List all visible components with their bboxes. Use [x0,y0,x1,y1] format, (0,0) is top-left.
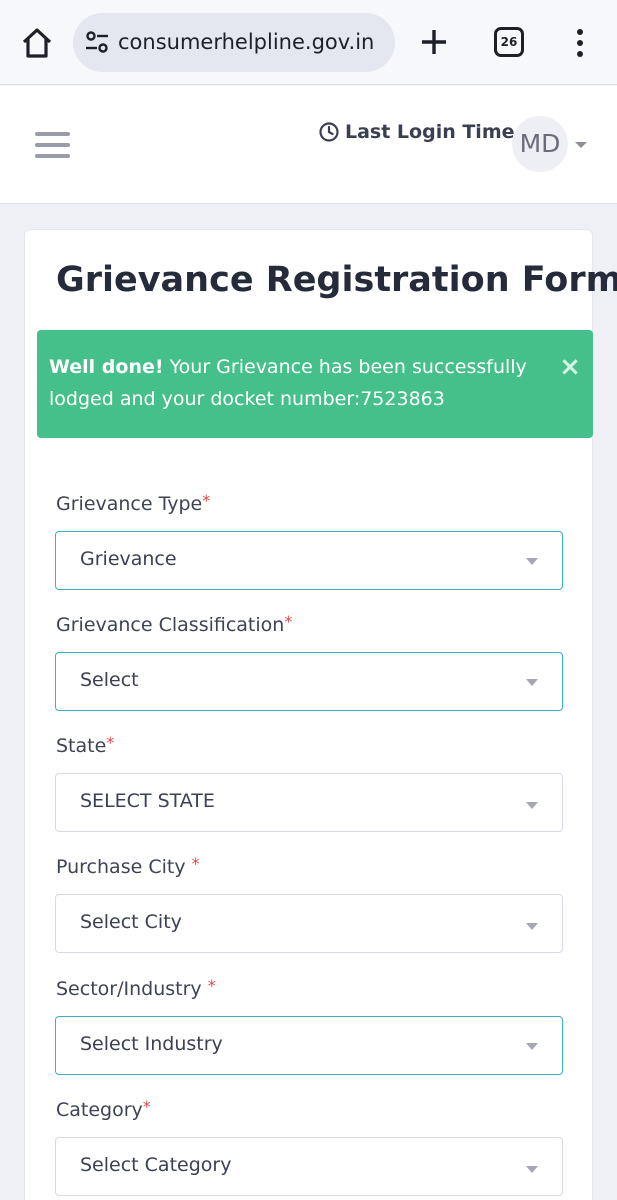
avatar[interactable]: MD [512,116,568,172]
sector-industry-value: Select Industry [80,1033,223,1055]
purchase-city-value: Select City [80,911,182,933]
chevron-down-icon [526,558,538,565]
hamburger-menu-icon[interactable] [35,132,70,158]
chevron-down-icon [526,923,538,930]
chevron-down-icon [526,1166,538,1173]
sector-industry-select[interactable]: Select Industry [55,1016,563,1075]
alert-message: Well done! Your Grievance has been succe… [49,351,549,415]
new-tab-icon[interactable] [418,26,450,58]
grievance-classification-value: Select [80,669,139,691]
chevron-down-icon [526,802,538,809]
purchase-city-select[interactable]: Select City [55,894,563,953]
page-title: Grievance Registration Form [56,260,617,300]
browser-toolbar: consumerhelpline.gov.in 26 [0,0,617,85]
app-header: Last Login Time : MD [0,86,617,204]
chevron-down-icon [526,679,538,686]
address-bar[interactable]: consumerhelpline.gov.in [73,13,395,72]
clock-icon [319,122,339,142]
grievance-classification-label: Grievance Classification* [56,612,293,636]
grievance-type-value: Grievance [80,548,177,570]
last-login-time: Last Login Time : [318,119,529,145]
state-label: State* [56,733,115,757]
sector-industry-label: Sector/Industry * [56,976,216,1000]
category-select[interactable]: Select Category [55,1137,563,1196]
chevron-down-icon[interactable] [575,142,587,148]
grievance-form-card: Grievance Registration Form Well done! Y… [24,229,617,1200]
tab-switcher-button[interactable]: 26 [494,27,524,57]
state-select[interactable]: SELECT STATE [55,773,563,832]
required-mark: * [106,733,115,752]
url-text[interactable]: consumerhelpline.gov.in [118,28,388,56]
more-menu-icon[interactable] [572,27,588,59]
grievance-type-select[interactable]: Grievance [55,531,563,590]
grievance-classification-select[interactable]: Select [55,652,563,711]
success-alert: Well done! Your Grievance has been succe… [37,330,593,438]
site-settings-icon[interactable] [83,28,111,56]
category-label: Category* [56,1097,151,1121]
close-icon[interactable]: × [559,354,581,380]
chevron-down-icon [526,1043,538,1050]
required-mark: * [202,491,211,510]
last-login-label: Last Login Time : [345,121,529,143]
required-mark: * [191,854,200,873]
purchase-city-label: Purchase City * [56,854,200,878]
category-value: Select Category [80,1154,232,1176]
home-icon[interactable] [18,24,56,62]
required-mark: * [284,612,293,631]
required-mark: * [207,976,216,995]
required-mark: * [142,1097,151,1116]
grievance-type-label: Grievance Type* [56,491,211,515]
alert-strong: Well done! [49,356,164,378]
state-value: SELECT STATE [80,790,215,812]
